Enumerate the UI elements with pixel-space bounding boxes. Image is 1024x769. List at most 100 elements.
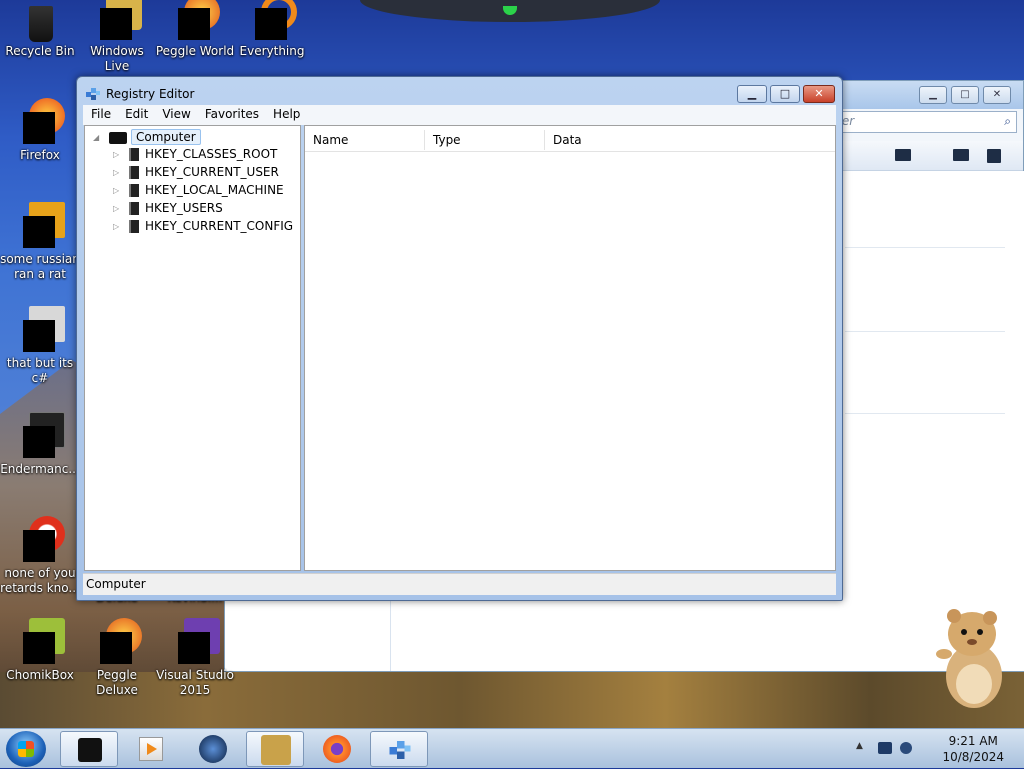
clock[interactable]: 9:21 AM 10/8/2024 <box>942 733 1004 765</box>
tree-item-hkey-users[interactable]: ▷ HKEY_USERS <box>113 201 223 219</box>
peggle-world-icon <box>178 0 220 40</box>
expand-arrow-icon[interactable]: ▷ <box>113 222 123 231</box>
background-search-input[interactable]: puter ⌕ <box>815 111 1017 133</box>
menu-edit[interactable]: Edit <box>117 105 154 121</box>
menu-help[interactable]: Help <box>265 105 306 121</box>
menu-file[interactable]: File <box>83 105 117 121</box>
column-header-data[interactable]: Data <box>545 130 705 150</box>
folder-icon <box>129 148 139 161</box>
volume-icon[interactable] <box>900 742 912 754</box>
column-header-type[interactable]: Type <box>425 130 545 150</box>
desktop-icon-peggle-deluxe[interactable]: Peggle Deluxe <box>77 618 157 698</box>
taskbar-app-explorer[interactable] <box>60 731 118 767</box>
maximize-button[interactable]: □ <box>770 85 800 103</box>
taskbar-app-firefox[interactable] <box>308 731 366 767</box>
desktop-icon-peggle-world[interactable]: Peggle World <box>155 0 235 59</box>
background-row-divider <box>845 247 1005 248</box>
chomikbox-icon <box>261 735 291 765</box>
desktop-icon-label: Recycle Bin <box>5 44 75 58</box>
shortcut-stack-icon <box>23 306 65 352</box>
network-icon[interactable] <box>878 742 892 754</box>
tree-item-label: HKEY_CLASSES_ROOT <box>145 147 278 161</box>
registry-tree-pane[interactable]: ◢ Computer ▷ HKEY_CLASSES_ROOT ▷ HKEY_CURRE… <box>84 125 301 571</box>
expand-arrow-icon[interactable]: ▷ <box>113 204 123 213</box>
firefox-icon <box>23 98 65 144</box>
everything-icon <box>255 0 297 40</box>
computer-icon <box>109 131 127 144</box>
globe-icon <box>199 735 227 763</box>
registry-editor-window[interactable]: Registry Editor ▁ □ ✕ File Edit View Favori… <box>76 76 843 601</box>
tree-item-hkey-current-user[interactable]: ▷ HKEY_CURRENT_USER <box>113 165 279 183</box>
desktop-icon-label: ChomikBox <box>6 668 74 682</box>
ornament-light <box>503 6 517 15</box>
expand-arrow-icon[interactable]: ▷ <box>113 168 123 177</box>
desktop-icon-label: Everything <box>239 44 305 58</box>
tree-item-label: HKEY_USERS <box>145 201 223 215</box>
tree-item-computer[interactable]: ◢ Computer <box>93 129 201 147</box>
desktop-icon-label: Endermanc... <box>0 462 80 476</box>
tree-item-label: HKEY_CURRENT_USER <box>145 165 279 179</box>
rat-folder-icon <box>23 202 65 248</box>
desktop-icon-label: Windows Live <box>90 44 144 73</box>
menu-favorites[interactable]: Favorites <box>197 105 265 121</box>
taskbar-app-registry-editor[interactable] <box>370 731 428 767</box>
desktop-icon-label: Firefox <box>20 148 60 162</box>
desktop-icon-chomikbox[interactable]: ChomikBox <box>0 618 80 683</box>
help-icon[interactable] <box>987 149 1001 163</box>
desktop-icon-endermanch[interactable]: Endermanc... <box>0 412 80 477</box>
hamster-image <box>936 606 1008 710</box>
taskbar-app-media-player[interactable] <box>122 731 180 767</box>
chomikbox-icon <box>23 618 65 664</box>
opera-icon <box>23 516 65 562</box>
desktop-icon-label: Peggle Deluxe <box>96 668 138 697</box>
background-row-divider <box>845 413 1005 414</box>
close-button[interactable]: ✕ <box>803 85 835 103</box>
tree-item-hkey-classes-root[interactable]: ▷ HKEY_CLASSES_ROOT <box>113 147 277 165</box>
endermanch-icon <box>23 412 65 458</box>
start-button[interactable] <box>6 731 46 767</box>
folder-icon <box>129 202 139 215</box>
show-hidden-icons-button[interactable]: ▲ <box>856 741 863 751</box>
folder-icon <box>129 220 139 233</box>
minimize-button[interactable]: ▁ <box>737 85 767 103</box>
desktop-icon-everything[interactable]: Everything <box>232 0 312 59</box>
taskbar-app-globe[interactable] <box>184 731 242 767</box>
desktop-icon-windows-live[interactable]: Windows Live <box>77 0 157 74</box>
registry-editor-app-icon <box>85 86 101 102</box>
tree-item-label: HKEY_LOCAL_MACHINE <box>145 183 284 197</box>
desktop-icon-some-russian-ran-a-rat[interactable]: some russian ran a rat <box>0 202 80 282</box>
firefox-icon <box>323 735 351 763</box>
desktop-icon-that-but-its-csharp[interactable]: that but its c# <box>0 306 80 386</box>
clock-date: 10/8/2024 <box>942 750 1004 764</box>
expand-arrow-icon[interactable]: ▷ <box>113 186 123 195</box>
column-header-name[interactable]: Name <box>305 130 425 150</box>
taskbar-app-chomikbox[interactable] <box>246 731 304 767</box>
desktop-icon-label: that but its c# <box>6 356 74 385</box>
menu-bar: File Edit View Favorites Help <box>83 105 836 125</box>
tree-item-hkey-current-config[interactable]: ▷ HKEY_CURRENT_CONFIG <box>113 219 293 237</box>
preview-pane-icon[interactable] <box>953 149 969 161</box>
window-title: Registry Editor <box>106 87 195 101</box>
background-close-button[interactable]: ✕ <box>983 86 1011 104</box>
desktop-icon-none-of-you[interactable]: none of you retards kno... <box>0 516 80 596</box>
status-text: Computer <box>86 577 146 591</box>
media-player-icon <box>139 737 163 761</box>
search-icon[interactable]: ⌕ <box>1004 114 1011 129</box>
desktop-icon-visual-studio-2015[interactable]: Visual Studio 2015 <box>155 618 235 698</box>
registry-editor-titlebar[interactable]: Registry Editor ▁ □ ✕ <box>77 77 842 107</box>
expand-arrow-icon[interactable]: ▷ <box>113 150 123 159</box>
visual-studio-icon <box>178 618 220 664</box>
desktop-icon-recycle-bin[interactable]: Recycle Bin <box>0 6 80 59</box>
recycle-bin-icon <box>23 6 57 42</box>
view-icon[interactable] <box>895 149 911 161</box>
collapse-arrow-icon[interactable]: ◢ <box>93 133 103 142</box>
background-maximize-button[interactable]: □ <box>951 86 979 104</box>
tree-item-hkey-local-machine[interactable]: ▷ HKEY_LOCAL_MACHINE <box>113 183 284 201</box>
system-tray: ▲ 9:21 AM 10/8/2024 <box>854 729 1024 769</box>
registry-values-pane[interactable]: Name Type Data <box>304 125 836 571</box>
desktop-icon-firefox[interactable]: Firefox <box>0 98 80 163</box>
desktop-icon-label: some russian ran a rat <box>0 252 80 281</box>
menu-view[interactable]: View <box>154 105 196 121</box>
desktop-icon-label: Peggle World <box>155 44 235 58</box>
background-minimize-button[interactable]: ▁ <box>919 86 947 104</box>
